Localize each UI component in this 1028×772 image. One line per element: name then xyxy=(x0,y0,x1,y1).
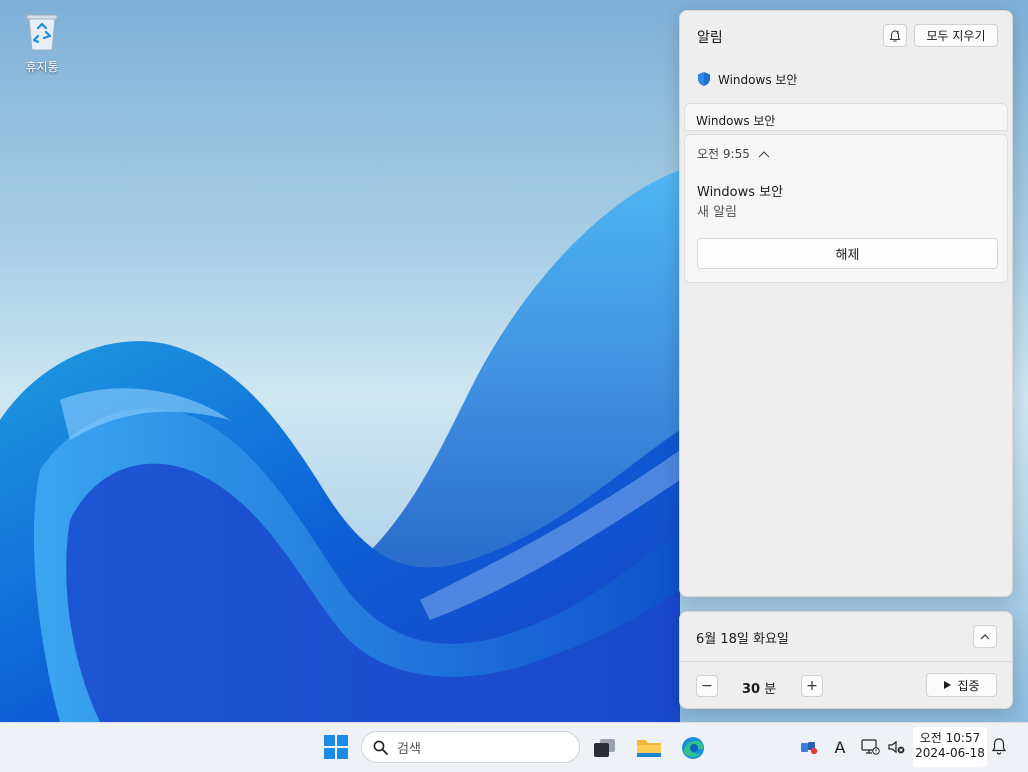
tray-app-button[interactable] xyxy=(799,737,819,757)
notification-title: 알림 xyxy=(697,30,723,46)
network-app-icon xyxy=(801,742,818,755)
calendar-divider xyxy=(680,661,1012,662)
focus-unit: 분 xyxy=(764,682,777,697)
notification-center: 알림 z 모두 지우기 Windows 보안 Windows 보안 오전 9:5… xyxy=(679,10,1013,597)
search-placeholder: 검색 xyxy=(397,741,421,757)
notification-card[interactable]: 오전 9:55 Windows 보안 새 알림 해제 xyxy=(684,134,1008,283)
bell-icon xyxy=(991,738,1007,755)
focus-start-label: 집중 xyxy=(957,678,980,693)
focus-start-button[interactable]: 집중 xyxy=(926,673,997,697)
recycle-bin-icon xyxy=(24,12,60,52)
focus-minutes: 30 xyxy=(742,682,761,697)
focus-decrease-button[interactable]: − xyxy=(696,675,718,697)
notification-button[interactable] xyxy=(990,737,1008,757)
input-indicator[interactable]: A xyxy=(830,737,850,757)
calendar-expand-button[interactable] xyxy=(973,625,997,648)
clock-date: 2024-06-18 xyxy=(915,746,985,760)
task-view-button[interactable] xyxy=(592,735,618,761)
focus-duration: 30 분 xyxy=(742,678,776,697)
search-icon xyxy=(373,740,388,755)
taskbar: 검색 A 오전 10:57 2024-06-18 xyxy=(0,722,1028,772)
stacked-notification[interactable]: Windows 보안 xyxy=(684,103,1008,131)
start-icon xyxy=(324,735,348,759)
do-not-disturb-button[interactable]: z xyxy=(883,24,907,47)
notification-time: 오전 9:55 xyxy=(697,147,750,161)
notification-card-body: 새 알림 xyxy=(697,205,738,220)
chevron-up-icon[interactable] xyxy=(758,150,770,158)
start-button[interactable] xyxy=(324,735,348,759)
shield-icon xyxy=(698,72,710,86)
clock-button[interactable]: 오전 10:57 2024-06-18 xyxy=(913,727,987,767)
do-not-disturb-icon: z xyxy=(889,30,901,41)
display-icon xyxy=(861,739,880,755)
notification-card-title: Windows 보안 xyxy=(697,185,784,200)
notification-header: 알림 z 모두 지우기 xyxy=(680,11,1012,59)
focus-increase-button[interactable]: + xyxy=(801,675,823,697)
volume-muted-icon xyxy=(888,740,905,754)
clear-all-button[interactable]: 모두 지우기 xyxy=(914,24,998,47)
recycle-bin-label: 휴지통 xyxy=(25,60,59,74)
recycle-bin[interactable]: 휴지통 xyxy=(14,12,70,75)
dismiss-button[interactable]: 해제 xyxy=(697,238,998,269)
chevron-up-icon xyxy=(980,634,990,640)
play-icon xyxy=(944,681,952,689)
clock-time: 오전 10:57 xyxy=(919,731,981,745)
search-box[interactable]: 검색 xyxy=(361,731,580,763)
file-explorer-button[interactable] xyxy=(636,735,662,761)
calendar-panel: 6월 18일 화요일 − 30 분 + 집중 xyxy=(679,611,1013,709)
app-group-name: Windows 보안 xyxy=(718,72,798,87)
notification-time-row: 오전 9:55 xyxy=(697,145,770,162)
edge-button[interactable] xyxy=(680,735,706,761)
volume-button[interactable] xyxy=(887,737,907,757)
svg-text:z: z xyxy=(897,30,900,36)
calendar-date[interactable]: 6월 18일 화요일 xyxy=(696,628,789,647)
notification-app-group[interactable]: Windows 보안 xyxy=(696,69,797,89)
edge-icon xyxy=(682,737,704,759)
task-view-icon xyxy=(594,739,615,757)
display-button[interactable] xyxy=(861,737,881,757)
file-explorer-icon xyxy=(637,740,661,757)
